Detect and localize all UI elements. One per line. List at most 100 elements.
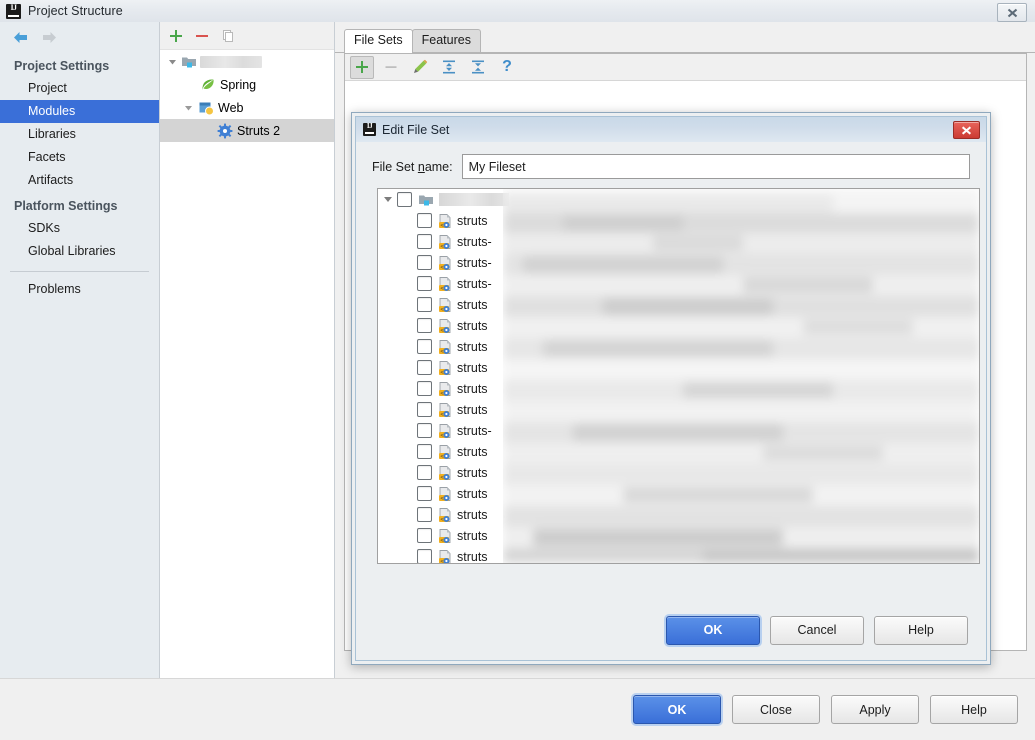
remove-module-button[interactable] <box>194 28 210 44</box>
file-checkbox[interactable] <box>417 297 432 312</box>
dialog-cancel-button[interactable]: Cancel <box>770 615 864 645</box>
chevron-down-icon[interactable] <box>166 55 179 68</box>
close-icon <box>1007 8 1017 17</box>
add-file-set-button[interactable] <box>350 55 374 79</box>
xml-file-icon: < <box>439 549 451 563</box>
fileset-name-input[interactable]: My Fileset <box>461 154 970 179</box>
file-tree-row[interactable]: < struts- <box>378 420 979 441</box>
tab-features[interactable]: Features <box>411 29 481 52</box>
tab-file-sets[interactable]: File Sets <box>344 29 413 53</box>
file-tree-row[interactable]: < struts <box>378 525 979 546</box>
file-checkbox[interactable] <box>417 255 432 270</box>
file-tree-row[interactable]: < struts <box>378 357 979 378</box>
file-tree-row[interactable]: < struts <box>378 336 979 357</box>
file-tree-row[interactable]: < struts <box>378 294 979 315</box>
file-name-label: struts <box>457 486 488 501</box>
file-checkbox[interactable] <box>417 507 432 522</box>
chevron-down-icon[interactable] <box>381 192 397 208</box>
xml-file-icon: < <box>439 486 451 501</box>
window-ok-button[interactable]: OK <box>633 695 721 724</box>
sidebar-item-modules[interactable]: Modules <box>0 100 159 123</box>
dialog-close-button[interactable] <box>953 121 980 139</box>
sidebar-item-facets[interactable]: Facets <box>0 146 159 169</box>
sidebar-item-global-libraries[interactable]: Global Libraries <box>0 240 159 263</box>
module-tree-row-spring[interactable]: Spring <box>160 73 334 96</box>
chevron-down-icon[interactable] <box>182 101 195 114</box>
xml-file-icon: < <box>439 255 451 270</box>
window-close-button[interactable] <box>997 3 1027 22</box>
window-help-button[interactable]: Help <box>930 695 1018 724</box>
collapse-all-button[interactable] <box>466 56 490 79</box>
file-tree-row[interactable]: < struts <box>378 483 979 504</box>
file-checkbox[interactable] <box>417 423 432 438</box>
dialog-body: File Set name: My Fileset < struts < str… <box>356 142 986 660</box>
file-tree-row[interactable]: < struts <box>378 399 979 420</box>
file-tree-row[interactable]: < struts <box>378 462 979 483</box>
file-tree-row[interactable]: < struts- <box>378 231 979 252</box>
file-name-label: struts <box>457 381 488 396</box>
edit-file-set-button[interactable] <box>408 56 432 79</box>
module-folder-icon <box>182 57 196 67</box>
window-titlebar: Project Structure <box>0 0 1035 23</box>
file-tree-row[interactable]: < struts <box>378 546 979 563</box>
dialog-ok-button[interactable]: OK <box>666 615 760 645</box>
module-tree-row-root[interactable] <box>160 50 334 73</box>
file-checkbox[interactable] <box>417 528 432 543</box>
file-tree-row[interactable]: < struts <box>378 210 979 231</box>
module-name-redacted <box>200 55 262 68</box>
file-checkbox[interactable] <box>417 486 432 501</box>
file-name-label: struts <box>457 444 488 459</box>
file-tree-row[interactable]: < struts- <box>378 252 979 273</box>
file-name-label: struts <box>457 297 488 312</box>
file-tree-row[interactable]: < struts <box>378 504 979 525</box>
collapse-all-icon <box>472 60 484 74</box>
sidebar-item-project[interactable]: Project <box>0 77 159 100</box>
file-name-label: struts- <box>457 255 492 270</box>
file-tree-root-checkbox[interactable] <box>397 192 412 207</box>
plus-icon <box>170 29 182 42</box>
intellij-logo-icon <box>6 3 21 19</box>
sidebar-item-libraries[interactable]: Libraries <box>0 123 159 146</box>
sidebar-item-problems[interactable]: Problems <box>0 278 159 301</box>
add-module-button[interactable] <box>168 28 184 44</box>
file-name-label: struts <box>457 402 488 417</box>
file-checkbox[interactable] <box>417 318 432 333</box>
file-tree-root-label-redacted <box>439 193 509 206</box>
file-checkbox[interactable] <box>417 549 432 563</box>
file-checkbox[interactable] <box>417 360 432 375</box>
xml-file-icon: < <box>439 297 451 312</box>
back-arrow-icon[interactable] <box>12 30 29 45</box>
question-mark-icon: ? <box>502 58 512 75</box>
file-checkbox[interactable] <box>417 234 432 249</box>
file-tree-row[interactable]: < struts <box>378 378 979 399</box>
window-apply-button[interactable]: Apply <box>831 695 919 724</box>
file-checkbox[interactable] <box>417 213 432 228</box>
file-checkbox[interactable] <box>417 444 432 459</box>
file-checkbox[interactable] <box>417 276 432 291</box>
file-checkbox[interactable] <box>417 339 432 354</box>
file-name-label: struts <box>457 339 488 354</box>
file-checkbox[interactable] <box>417 465 432 480</box>
help-button[interactable]: ? <box>495 56 519 79</box>
sidebar-item-sdks[interactable]: SDKs <box>0 217 159 240</box>
remove-file-set-button <box>379 56 403 79</box>
project-structure-window: Project Structure Project Settings Proje… <box>0 0 1035 740</box>
window-close-button[interactable]: Close <box>732 695 820 724</box>
expand-all-button[interactable] <box>437 56 461 79</box>
file-checkbox[interactable] <box>417 402 432 417</box>
file-tree-root-row[interactable] <box>378 189 979 210</box>
file-tree-row[interactable]: < struts- <box>378 273 979 294</box>
module-tree-row-web[interactable]: Web <box>160 96 334 119</box>
file-tree-rows: < struts < struts- < struts- < struts- < struts < s… <box>378 210 979 563</box>
dialog-help-button[interactable]: Help <box>874 615 968 645</box>
file-tree-row[interactable]: < struts <box>378 441 979 462</box>
module-tree-row-struts2[interactable]: Struts 2 <box>160 119 334 142</box>
window-button-bar: OK Close Apply Help <box>0 678 1035 740</box>
file-name-label: struts- <box>457 234 492 249</box>
file-tree-box[interactable]: < struts < struts- < struts- < struts- < struts < s… <box>377 188 980 564</box>
xml-file-icon: < <box>439 444 451 459</box>
file-tree-row[interactable]: < struts <box>378 315 979 336</box>
copy-module-button[interactable] <box>220 28 236 44</box>
file-checkbox[interactable] <box>417 381 432 396</box>
sidebar-item-artifacts[interactable]: Artifacts <box>0 169 159 192</box>
